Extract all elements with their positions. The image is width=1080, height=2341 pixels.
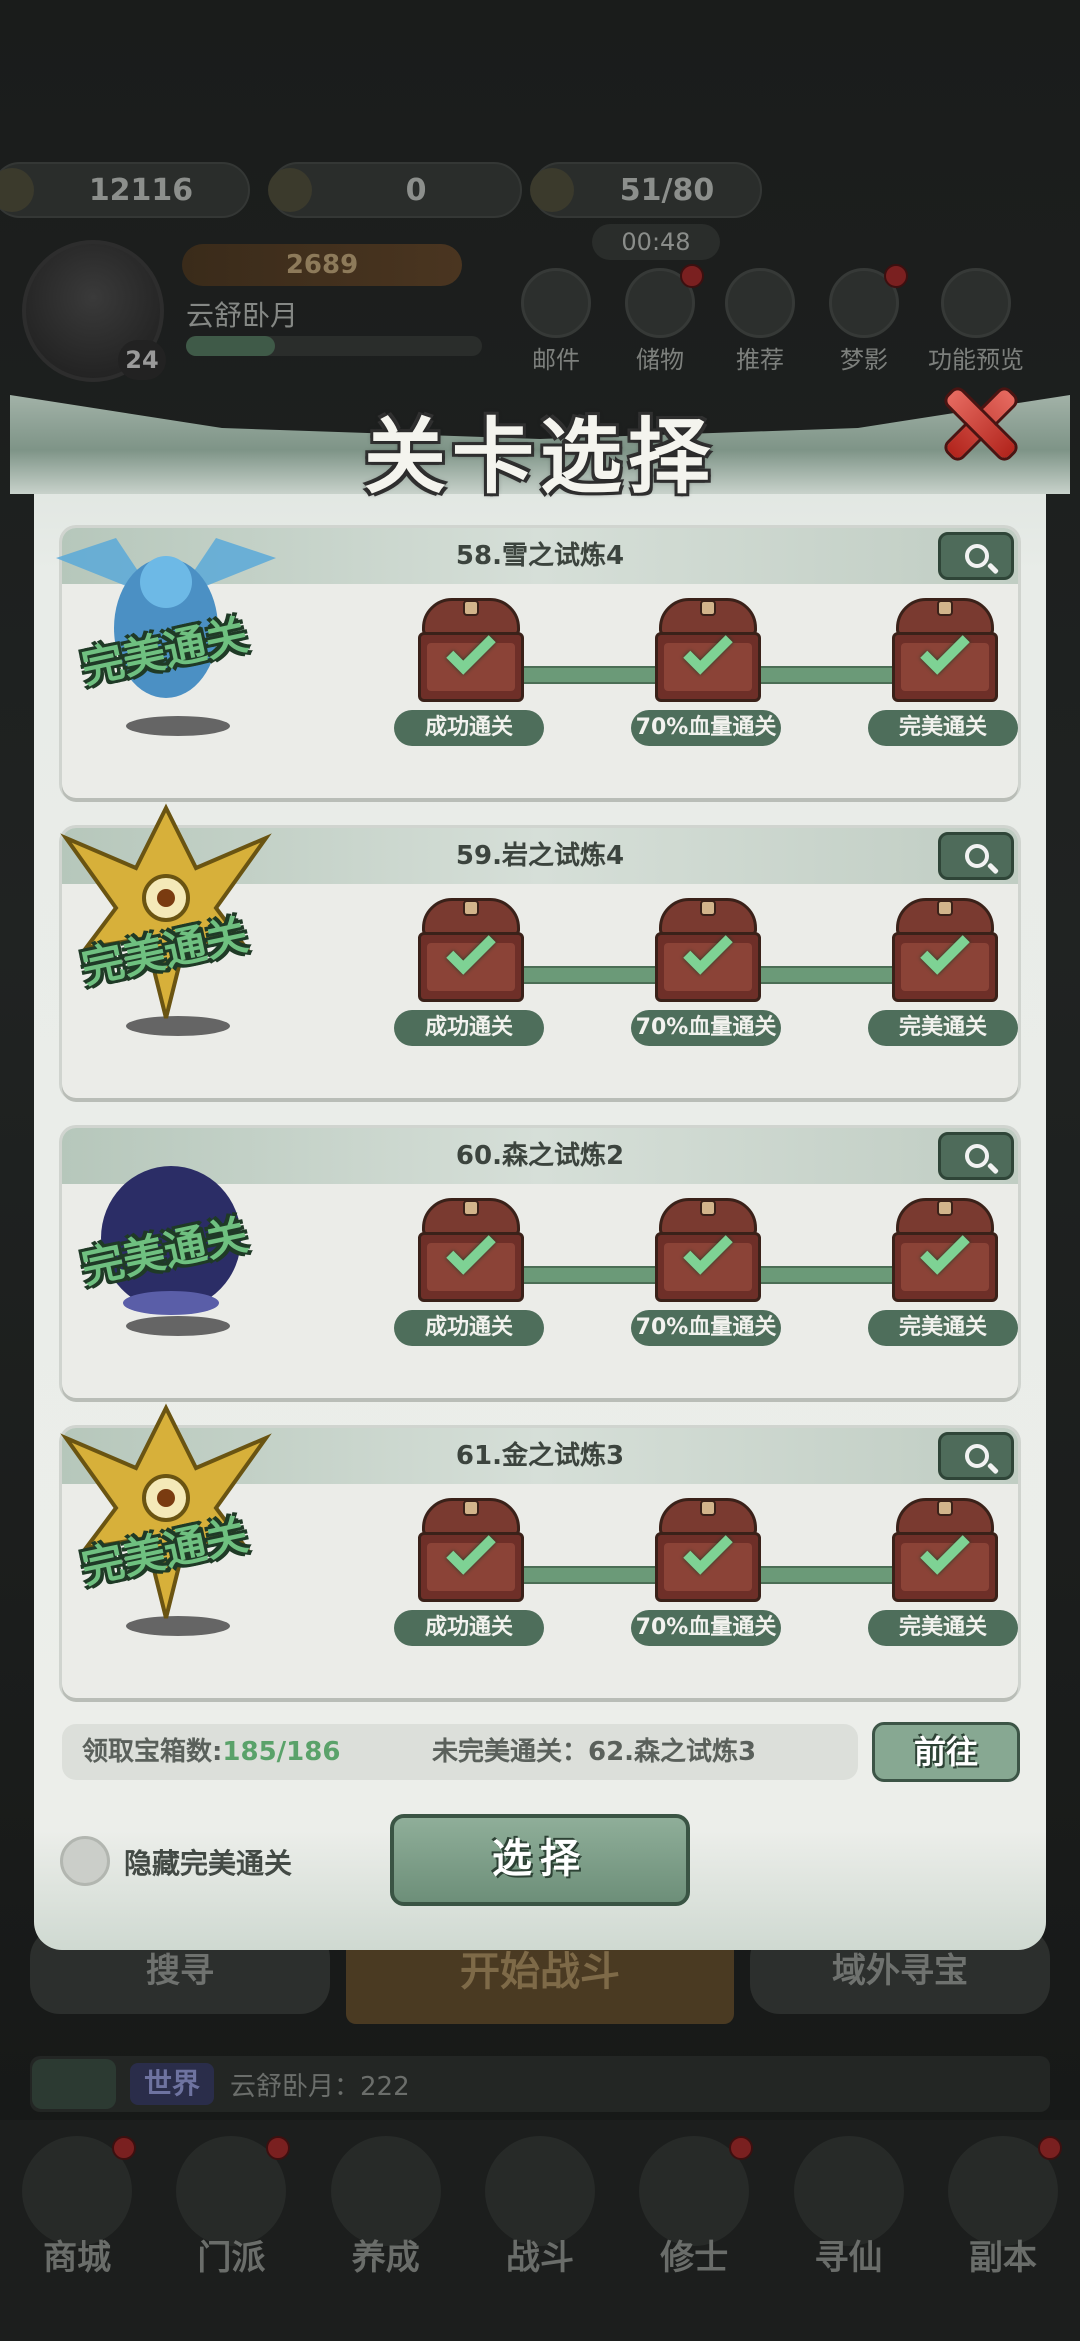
boss-portrait: 完美通关 (46, 1098, 286, 1358)
stamina-value: 51/80 (619, 172, 715, 208)
preview-icon (941, 268, 1011, 338)
nav-shop[interactable]: 商城 (12, 2136, 142, 2341)
chat-bar[interactable]: 世界 云舒卧月：222 (30, 2056, 1050, 2112)
close-button[interactable] (934, 378, 1026, 470)
unfinished-stage: 未完美通关：62.森之试炼3 (432, 1737, 757, 1767)
treasure-chest[interactable] (655, 898, 761, 1002)
nav-seek-immortal[interactable]: 寻仙 (784, 2136, 914, 2341)
goto-button[interactable]: 前往 (872, 1722, 1020, 1782)
hide-perfect-label: 隐藏完美通关 (124, 1847, 293, 1880)
stamina-timer: 00:48 (592, 224, 720, 260)
storage-button[interactable]: 储物 (622, 264, 704, 375)
hide-perfect-checkbox[interactable] (60, 1836, 110, 1886)
mail-icon (521, 268, 591, 338)
ticket-icon (268, 168, 312, 212)
stage-select-dialog: 关卡选择 58.雪之试炼4 完美通关 成功通关 70%血量通关 完美通关 59.岩之试炼4… (10, 384, 1070, 1950)
treasure-chest[interactable] (655, 1498, 761, 1602)
stage-card[interactable]: 59.岩之试炼4 完美通关 成功通关 70%血量通关 完美通关 (60, 803, 1018, 1098)
player-name: 云舒卧月 (186, 299, 299, 332)
nav-dungeon[interactable]: 副本 (938, 2136, 1068, 2341)
search-icon (965, 1444, 989, 1468)
reward-condition-label: 70%血量通关 (631, 710, 781, 746)
bottom-nav: 商城 门派 养成 战斗 修士 寻仙 副本 (0, 2120, 1080, 2341)
treasure-chest[interactable] (892, 898, 998, 1002)
recommend-button[interactable]: 推荐 (722, 268, 798, 375)
chat-icon[interactable] (32, 2059, 116, 2109)
reward-condition-label: 成功通关 (394, 1610, 544, 1646)
dream-button[interactable]: 梦影 (826, 264, 908, 375)
player-level: 24 (118, 340, 166, 380)
summary-bar: 领取宝箱数:185/186 未完美通关：62.森之试炼3 (62, 1724, 858, 1780)
search-icon (965, 1144, 989, 1168)
chat-channel: 世界 (130, 2063, 215, 2105)
reward-condition-label: 70%血量通关 (631, 1310, 781, 1346)
stamina-icon (530, 168, 574, 212)
notification-dot (680, 264, 704, 288)
reward-condition-label: 完美通关 (868, 1010, 1018, 1046)
ticket-counter: 0 (268, 162, 522, 218)
treasure-chest[interactable] (892, 598, 998, 702)
chest-count: 领取宝箱数:185/186 (82, 1737, 341, 1767)
reward-condition-label: 成功通关 (394, 1310, 544, 1346)
treasure-chest[interactable] (418, 1198, 524, 1302)
treasure-chest[interactable] (655, 1198, 761, 1302)
coin-value: 12116 (88, 172, 194, 208)
power-value: 2689 (182, 244, 462, 286)
treasure-chest[interactable] (655, 598, 761, 702)
reward-condition-label: 完美通关 (868, 710, 1018, 746)
boss-portrait: 完美通关 (46, 1398, 286, 1658)
nav-cultivator[interactable]: 修士 (629, 2136, 759, 2341)
coin-icon (0, 168, 34, 212)
stage-card[interactable]: 61.金之试炼3 完美通关 成功通关 70%血量通关 完美通关 (60, 1403, 1018, 1698)
nav-sect[interactable]: 门派 (166, 2136, 296, 2341)
stage-detail-button[interactable] (938, 1432, 1014, 1480)
treasure-chest[interactable] (418, 898, 524, 1002)
treasure-chest[interactable] (418, 598, 524, 702)
reward-condition-label: 完美通关 (868, 1310, 1018, 1346)
nav-cultivate[interactable]: 养成 (321, 2136, 451, 2341)
reward-condition-label: 完美通关 (868, 1610, 1018, 1646)
dialog-title: 关卡选择 (363, 409, 716, 505)
stamina-counter: 51/80 (530, 162, 762, 218)
notification-dot (884, 264, 908, 288)
reward-condition-label: 70%血量通关 (631, 1610, 781, 1646)
ticket-value: 0 (405, 172, 427, 208)
select-button[interactable]: 选择 (390, 1814, 690, 1906)
reward-condition-label: 70%血量通关 (631, 1010, 781, 1046)
recommend-icon (725, 268, 795, 338)
chest-count-value: 185/186 (222, 1737, 341, 1767)
mail-button[interactable]: 邮件 (518, 268, 594, 375)
search-icon (965, 544, 989, 568)
boss-portrait: 完美通关 (46, 498, 286, 758)
nav-battle[interactable]: 战斗 (475, 2136, 605, 2341)
preview-button[interactable]: 功能预览 (926, 268, 1026, 375)
treasure-chest[interactable] (892, 1498, 998, 1602)
stage-detail-button[interactable] (938, 532, 1014, 580)
stage-card[interactable]: 58.雪之试炼4 完美通关 成功通关 70%血量通关 完美通关 (56, 528, 1018, 798)
reward-condition-label: 成功通关 (394, 1010, 544, 1046)
chat-message: 云舒卧月：222 (230, 2071, 410, 2102)
search-icon (965, 844, 989, 868)
exp-bar (186, 336, 482, 356)
reward-condition-label: 成功通关 (394, 710, 544, 746)
stage-card[interactable]: 60.森之试炼2 完美通关 成功通关 70%血量通关 完美通关 (62, 1128, 1018, 1398)
treasure-chest[interactable] (892, 1198, 998, 1302)
stage-detail-button[interactable] (938, 832, 1014, 880)
treasure-chest[interactable] (418, 1498, 524, 1602)
stage-detail-button[interactable] (938, 1132, 1014, 1180)
boss-portrait: 完美通关 (46, 798, 286, 1058)
coin-counter: 12116 (0, 162, 250, 218)
